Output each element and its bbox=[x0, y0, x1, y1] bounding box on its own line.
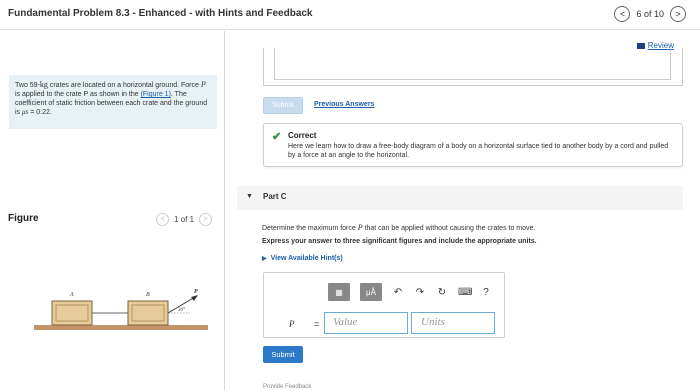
undo-icon[interactable]: ↶ bbox=[392, 287, 404, 298]
equals-sign: = bbox=[314, 319, 320, 329]
mass-unit: kg bbox=[39, 80, 48, 89]
value-input[interactable]: Value bbox=[324, 312, 408, 334]
figure-next-button[interactable]: > bbox=[199, 213, 213, 226]
force-label: P bbox=[194, 289, 198, 295]
top-bar: Fundamental Problem 8.3 - Enhanced - wit… bbox=[0, 0, 700, 30]
figure-prev-button[interactable]: < bbox=[156, 213, 169, 226]
problem-statement: Two 59-kg crates are located on a horizo… bbox=[9, 75, 217, 129]
units-input[interactable]: Units bbox=[411, 312, 495, 334]
keyboard-icon[interactable]: ⌨ bbox=[458, 287, 472, 298]
templates-icon[interactable]: ▦ bbox=[328, 283, 350, 301]
figure-pager: < 1 of 1 > bbox=[156, 213, 213, 226]
problem-text: crates are located on a horizontal groun… bbox=[47, 82, 201, 89]
reset-icon[interactable]: ↻ bbox=[436, 287, 448, 298]
problem-text: = 0.22. bbox=[28, 109, 52, 116]
view-hints-link[interactable]: ▶ View Available Hint(s) bbox=[262, 255, 343, 262]
hint-label: View Available Hint(s) bbox=[270, 255, 343, 262]
submit-button[interactable]: Submit bbox=[263, 346, 303, 363]
figure-link[interactable]: (Figure 1) bbox=[141, 91, 171, 98]
answer-instructions: Express your answer to three significant… bbox=[262, 238, 537, 245]
question-text-end: that can be applied without causing the … bbox=[362, 225, 536, 232]
problem-navigation: < 6 of 10 > bbox=[614, 6, 686, 22]
feedback-title: Correct bbox=[288, 131, 317, 140]
part-c-header[interactable]: ▼ Part C bbox=[237, 186, 683, 210]
problem-text: Two 59- bbox=[15, 82, 40, 89]
crate-a-label: A bbox=[69, 292, 74, 298]
crate-b-label: B bbox=[146, 292, 150, 298]
answer-entry-box: ▦ μÅ ↶ ↷ ↻ ⌨ ? P = Value Units bbox=[263, 272, 505, 338]
answer-variable: P bbox=[289, 319, 295, 329]
next-problem-button[interactable]: > bbox=[670, 6, 686, 22]
submit-button-disabled[interactable]: Submit bbox=[263, 97, 303, 114]
previous-answer-area bbox=[263, 48, 683, 86]
crates-figure: A B P 30° bbox=[34, 289, 208, 330]
feedback-message: Here we learn how to draw a free-body di… bbox=[288, 143, 669, 159]
question-text-start: Determine the maximum force bbox=[262, 225, 358, 232]
correct-feedback: ✔ Correct Here we learn how to draw a fr… bbox=[263, 123, 683, 167]
checkmark-icon: ✔ bbox=[272, 131, 282, 143]
part-c-label: Part C bbox=[263, 192, 287, 201]
redo-icon[interactable]: ↷ bbox=[414, 287, 426, 298]
problem-text: is applied to the crate P as shown in th… bbox=[15, 91, 141, 98]
expand-triangle-icon: ▶ bbox=[262, 256, 267, 262]
force-variable: P bbox=[200, 80, 206, 89]
figure-heading: Figure bbox=[8, 213, 39, 224]
question-text: Determine the maximum force P that can b… bbox=[262, 223, 535, 232]
previous-answers-link[interactable]: Previous Answers bbox=[314, 101, 374, 108]
help-icon[interactable]: ? bbox=[480, 287, 492, 298]
pane-divider[interactable] bbox=[224, 31, 225, 390]
units-icon[interactable]: μÅ bbox=[360, 283, 382, 301]
collapse-triangle-icon: ▼ bbox=[246, 193, 253, 200]
page-title: Fundamental Problem 8.3 - Enhanced - wit… bbox=[8, 8, 313, 19]
previous-problem-button[interactable]: < bbox=[614, 6, 631, 22]
page-indicator: 6 of 10 bbox=[636, 9, 664, 19]
provide-feedback-link[interactable]: Provide Feedback bbox=[263, 384, 311, 390]
figure-page-indicator: 1 of 1 bbox=[174, 215, 195, 224]
previous-answer-field bbox=[274, 48, 671, 80]
math-toolbar: ▦ μÅ ↶ ↷ ↻ ⌨ ? bbox=[328, 283, 492, 301]
ground bbox=[34, 325, 208, 330]
angle-label: 30° bbox=[178, 308, 185, 313]
